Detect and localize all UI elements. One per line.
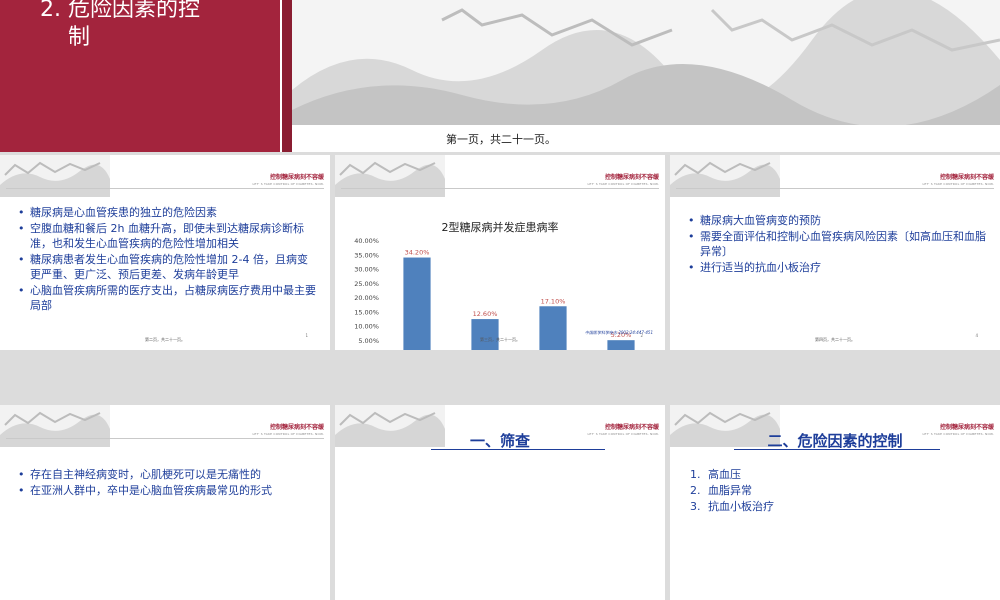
- slide-footer: 第二页，共二十一页。: [145, 337, 185, 342]
- title-line2: 制: [68, 25, 91, 50]
- y-tick-label: 5.00%: [358, 337, 379, 345]
- item-number: 3.: [690, 500, 701, 513]
- slide-thumbnail-1[interactable]: 控制糖尿病刻不容缓 LET' S TAKE CONTROL OF DIABETE…: [0, 155, 330, 350]
- brand-name: 控制糖尿病刻不容缓: [269, 174, 324, 181]
- section-title: 一、筛查: [469, 432, 530, 450]
- y-tick-label: 20.00%: [354, 294, 379, 302]
- data-label: 17.10%: [541, 297, 566, 305]
- bullet-item: 需要全面评估和控制心血管疾病风险因素〔如高血压和血脂异常〕: [686, 229, 986, 259]
- y-tick-label: 40.00%: [354, 237, 379, 245]
- bullet-item: 糖尿病是心血管疾患的独立的危险因素: [16, 205, 316, 220]
- bullet-list: 糖尿病大血管病变的预防 需要全面评估和控制心血管疾病风险因素〔如高血压和血脂异常…: [686, 213, 986, 276]
- header-rule: [6, 188, 324, 189]
- title-line1: 危险因素的控: [68, 0, 201, 22]
- header-rule: [341, 188, 659, 189]
- page-number: 2: [640, 333, 643, 338]
- y-tick-label: 25.00%: [354, 280, 379, 288]
- slide-title: 2. 危险因素的控 制: [40, 0, 260, 52]
- section-title: 二、危险因素的控制: [767, 432, 903, 450]
- brand-name: 控制糖尿病刻不容缓: [939, 174, 994, 181]
- bar: [403, 257, 431, 350]
- y-tick-label: 35.00%: [354, 251, 379, 259]
- slide-footer: 第三页，共二十一页。: [480, 337, 520, 342]
- bar: [539, 306, 567, 350]
- great-wall-icon: [0, 155, 110, 197]
- bullet-item: 糖尿病患者发生心血管疾病的危险性增加 2-4 倍，且病变更严重、更广泛、预后更差…: [16, 252, 316, 282]
- page-number: 4: [975, 333, 978, 338]
- bullet-list: 存在自主神经病变时，心肌梗死可以是无痛性的 在亚洲人群中，卒中是心脑血管疾病最常…: [16, 467, 316, 499]
- great-wall-background: [292, 0, 1000, 125]
- brand-subtitle: LET' S TAKE CONTROL OF DIABETES. NOW.: [922, 182, 994, 186]
- item-number: 1.: [690, 468, 701, 481]
- data-label: 12.60%: [473, 310, 498, 318]
- brand-subtitle: LET' S TAKE CONTROL OF DIABETES. NOW.: [252, 432, 324, 436]
- bar: [607, 340, 635, 350]
- bullet-item: 进行适当的抗血小板治疗: [686, 260, 986, 275]
- header-rule: [676, 188, 994, 189]
- brand-subtitle: LET' S TAKE CONTROL OF DIABETES. NOW.: [252, 182, 324, 186]
- slide-thumbnail-4[interactable]: 控制糖尿病刻不容缓 LET' S TAKE CONTROL OF DIABETE…: [0, 405, 330, 600]
- header-rule: [6, 438, 324, 439]
- page-number: 1: [305, 333, 308, 338]
- top-slide[interactable]: 2. 危险因素的控 制 第一页，共二十一页。: [0, 0, 1000, 152]
- brand-name: 控制糖尿病刻不容缓: [269, 424, 324, 431]
- slide-footer: 第四页，共二十一页。: [815, 337, 855, 342]
- item-text: 抗血小板治疗: [708, 500, 774, 513]
- section-underline: [734, 449, 940, 450]
- brand-name: 控制糖尿病刻不容缓: [604, 174, 659, 181]
- great-wall-icon: [670, 155, 780, 197]
- item-text: 血脂异常: [708, 484, 752, 497]
- numbered-item: 3. 抗血小板治疗: [690, 499, 774, 515]
- numbered-item: 1. 高血压: [690, 467, 774, 483]
- bullet-item: 空腹血糖和餐后 2h 血糖升高，即使未到达糖尿病诊断标准，也和发生心血管疾病的危…: [16, 221, 316, 251]
- bullet-item: 糖尿病大血管病变的预防: [686, 213, 986, 228]
- y-tick-label: 10.00%: [354, 323, 379, 331]
- item-number: 2.: [690, 484, 701, 497]
- slide-thumbnail-2[interactable]: 控制糖尿病刻不容缓 LET' S TAKE CONTROL OF DIABETE…: [335, 155, 665, 350]
- slide-thumbnail-5[interactable]: 控制糖尿病刻不容缓 LET' S TAKE CONTROL OF DIABETE…: [335, 405, 665, 600]
- numbered-list: 1. 高血压 2. 血脂异常 3. 抗血小板治疗: [690, 467, 774, 515]
- bullet-list: 糖尿病是心血管疾患的独立的危险因素 空腹血糖和餐后 2h 血糖升高，即使未到达糖…: [16, 205, 316, 314]
- title-number: 2.: [40, 0, 61, 22]
- item-text: 高血压: [708, 468, 741, 481]
- bar: [471, 319, 499, 350]
- data-label: 34.20%: [405, 249, 430, 257]
- bullet-item: 心脑血管疾病所需的医疗支出，占糖尿病医疗费用中最主要局部: [16, 283, 316, 313]
- top-slide-footer: 第一页，共二十一页。: [446, 133, 556, 146]
- bullet-item: 存在自主神经病变时，心肌梗死可以是无痛性的: [16, 467, 316, 482]
- numbered-item: 2. 血脂异常: [690, 483, 774, 499]
- red-strip: [282, 0, 292, 152]
- slide-thumbnail-6[interactable]: 控制糖尿病刻不容缓 LET' S TAKE CONTROL OF DIABETE…: [670, 405, 1000, 600]
- y-tick-label: 15.00%: [354, 308, 379, 316]
- section-underline: [431, 449, 605, 450]
- y-tick-label: 30.00%: [354, 266, 379, 274]
- great-wall-icon: [0, 405, 110, 447]
- brand-subtitle: LET' S TAKE CONTROL OF DIABETES. NOW.: [587, 182, 659, 186]
- great-wall-icon: [335, 155, 445, 197]
- slide-thumbnail-3[interactable]: 控制糖尿病刻不容缓 LET' S TAKE CONTROL OF DIABETE…: [670, 155, 1000, 350]
- bullet-item: 在亚洲人群中，卒中是心脑血管疾病最常见的形式: [16, 483, 316, 498]
